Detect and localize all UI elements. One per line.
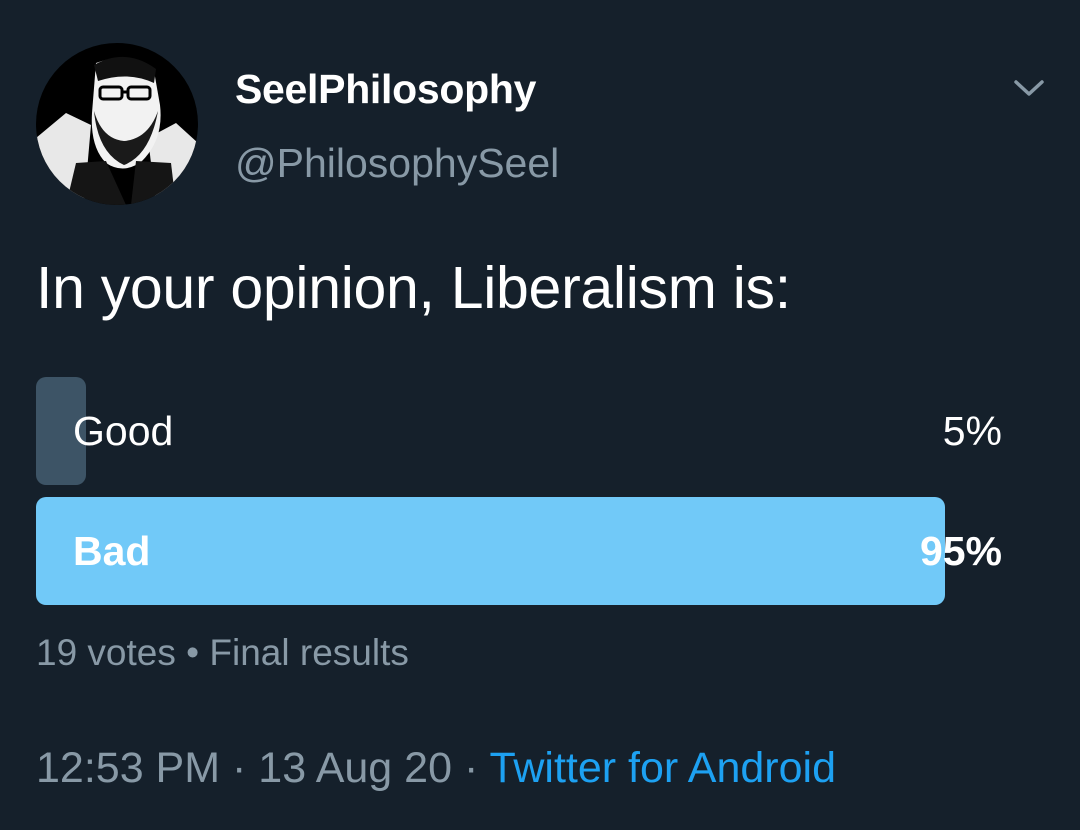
poll-option-label: Good [73, 408, 174, 454]
poll-status: Final results [209, 632, 409, 673]
tweet-metadata: 12:53 PM · 13 Aug 20 · Twitter for Andro… [36, 744, 836, 793]
profile-photo-image [36, 43, 198, 205]
poll-summary: 19 votes • Final results [36, 632, 409, 674]
separator-dot: · [463, 744, 479, 792]
avatar[interactable] [36, 43, 198, 205]
poll-option: Good 5% [36, 377, 1002, 485]
user-handle[interactable]: @PhilosophySeel [235, 140, 559, 187]
display-name[interactable]: SeelPhilosophy [235, 66, 536, 113]
poll-vote-count: 19 votes [36, 632, 176, 673]
poll-result-bar [36, 497, 946, 605]
poll-option-percent: 5% [942, 408, 1002, 454]
poll-option: Bad 95% [36, 497, 1002, 605]
tweet-text: In your opinion, Liberalism is: [36, 255, 791, 321]
tweet-date[interactable]: 13 Aug 20 [258, 744, 452, 792]
tweet-time[interactable]: 12:53 PM [36, 744, 220, 792]
separator-dot: · [232, 744, 247, 792]
poll-option-percent: 95% [919, 528, 1002, 574]
chevron-down-icon[interactable] [1008, 70, 1050, 106]
source-app-link[interactable]: Twitter for Android [489, 744, 836, 792]
separator-dot: • [186, 632, 200, 673]
poll-option-label: Bad [73, 528, 151, 574]
